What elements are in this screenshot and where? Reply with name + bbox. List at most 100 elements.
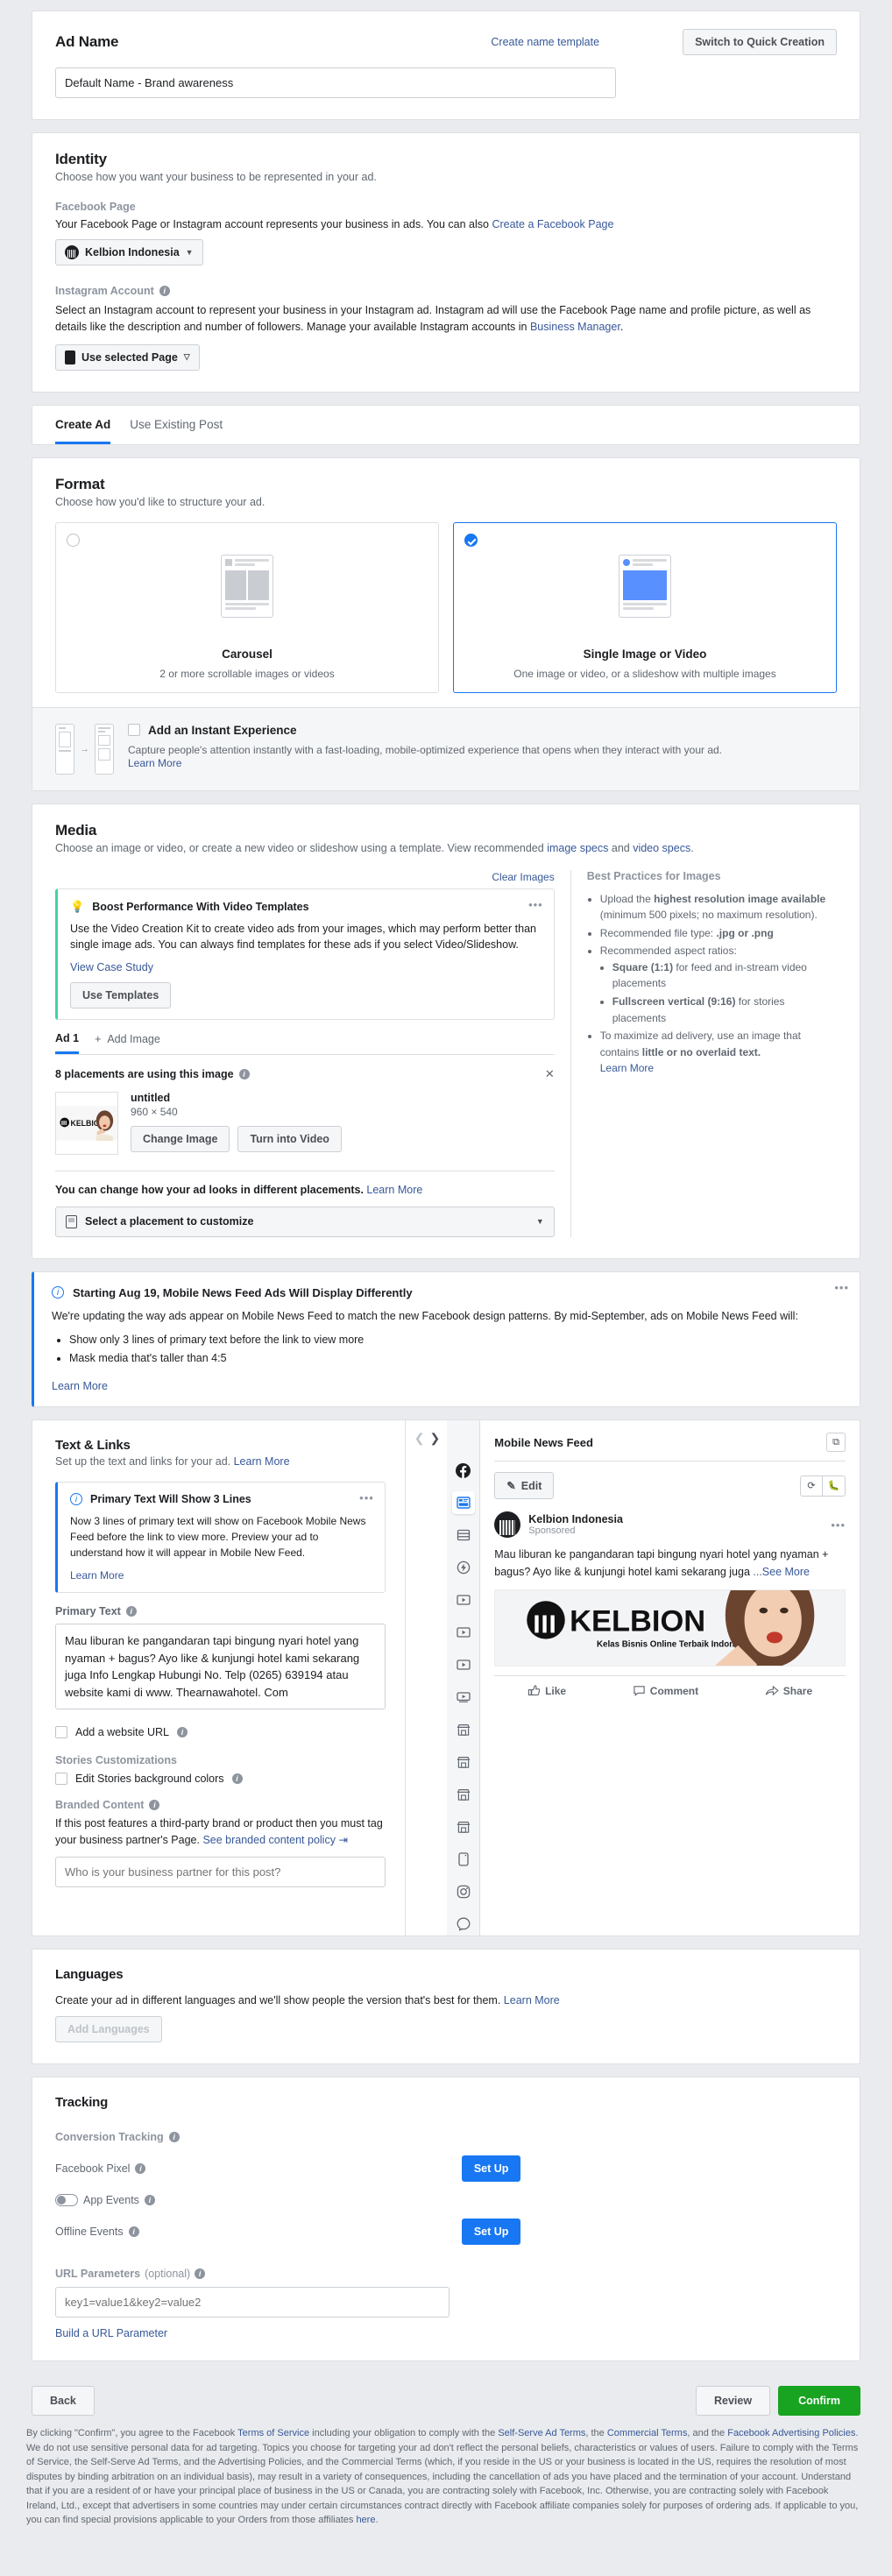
video-icon[interactable] bbox=[452, 1686, 475, 1709]
edit-preview-button[interactable]: ✎ Edit bbox=[494, 1472, 555, 1500]
placement-customize-select[interactable]: Select a placement to customize ▼ bbox=[55, 1206, 555, 1237]
best-practices-list: Upload the highest resolution image avai… bbox=[600, 891, 837, 1078]
marketplace-icon[interactable] bbox=[452, 1815, 475, 1838]
media-subtitle-text: Choose an image or video, or create a ne… bbox=[55, 841, 548, 854]
info-icon[interactable]: i bbox=[144, 2195, 155, 2206]
image-specs-link[interactable]: image specs bbox=[547, 842, 608, 854]
article-icon[interactable] bbox=[452, 1524, 475, 1546]
instant-experience-learn-more[interactable]: Learn More bbox=[128, 757, 181, 769]
confirm-button[interactable]: Confirm bbox=[778, 2386, 860, 2417]
placement-learn-more-link[interactable]: Learn More bbox=[366, 1184, 422, 1196]
info-icon[interactable]: i bbox=[149, 1800, 160, 1811]
format-option-single-image[interactable]: Single Image or Video One image or video… bbox=[453, 521, 837, 693]
tip-more-options-icon[interactable]: ••• bbox=[528, 898, 543, 911]
info-icon[interactable]: i bbox=[195, 2268, 206, 2280]
languages-title: Languages bbox=[55, 1967, 124, 1983]
video-icon[interactable] bbox=[452, 1621, 475, 1644]
instagram-icon[interactable] bbox=[452, 1880, 475, 1903]
close-icon[interactable]: ✕ bbox=[545, 1067, 555, 1081]
notice-more-options-icon[interactable]: ••• bbox=[359, 1491, 374, 1504]
banner-more-options-icon[interactable]: ••• bbox=[834, 1281, 849, 1294]
text-links-learn-more[interactable]: Learn More bbox=[234, 1455, 290, 1468]
banner-learn-more[interactable]: Learn More bbox=[52, 1380, 108, 1392]
ad-image-thumbnail[interactable]: KELBION bbox=[55, 1091, 118, 1155]
video-icon[interactable] bbox=[452, 1589, 475, 1611]
offline-events-label: Offline Events bbox=[55, 2226, 124, 2239]
url-parameters-input[interactable] bbox=[55, 2287, 450, 2318]
tab-create-ad[interactable]: Create Ad bbox=[55, 418, 111, 444]
tab-ad-1[interactable]: Ad 1 bbox=[55, 1032, 80, 1054]
marketplace-icon[interactable] bbox=[452, 1718, 475, 1741]
image-dimensions: 960 × 540 bbox=[131, 1105, 178, 1118]
self-serve-ad-terms-link[interactable]: Self-Serve Ad Terms bbox=[498, 2428, 585, 2438]
create-facebook-page-link[interactable]: Create a Facebook Page bbox=[492, 218, 613, 230]
stories-icon[interactable] bbox=[452, 1848, 475, 1871]
info-icon[interactable]: i bbox=[231, 1773, 243, 1785]
review-button[interactable]: Review bbox=[695, 2386, 771, 2417]
format-option-carousel[interactable]: Carousel 2 or more scrollable images or … bbox=[55, 521, 439, 693]
add-image-button[interactable]: + Add Image bbox=[95, 1033, 160, 1052]
news-feed-icon[interactable] bbox=[451, 1491, 475, 1515]
radio-carousel[interactable] bbox=[67, 533, 80, 547]
bug-icon[interactable]: 🐛 bbox=[823, 1475, 846, 1497]
info-icon[interactable]: i bbox=[177, 1727, 188, 1738]
info-icon[interactable]: i bbox=[125, 1606, 137, 1617]
primary-text-textarea[interactable] bbox=[55, 1624, 386, 1710]
offline-events-setup-button[interactable]: Set Up bbox=[461, 2219, 521, 2246]
here-link[interactable]: here bbox=[356, 2515, 375, 2525]
post-image[interactable]: KELBION Kelas Bisnis Online Terbaik Indo… bbox=[494, 1589, 846, 1667]
instant-experience-checkbox[interactable] bbox=[128, 724, 140, 736]
turn-into-video-button[interactable]: Turn into Video bbox=[237, 1125, 342, 1152]
edit-stories-colors-checkbox[interactable] bbox=[55, 1773, 67, 1786]
info-icon[interactable]: i bbox=[168, 2132, 180, 2143]
info-icon[interactable]: i bbox=[159, 286, 170, 296]
back-button[interactable]: Back bbox=[32, 2386, 95, 2417]
build-url-parameter-link[interactable]: Build a URL Parameter bbox=[55, 2327, 167, 2339]
ad-name-input[interactable] bbox=[55, 67, 616, 98]
marketplace-icon[interactable] bbox=[452, 1751, 475, 1773]
notice-learn-more[interactable]: Learn More bbox=[70, 1569, 124, 1582]
see-more-link[interactable]: ...See More bbox=[753, 1566, 810, 1578]
switch-to-quick-creation-button[interactable]: Switch to Quick Creation bbox=[683, 29, 837, 55]
marketplace-icon[interactable] bbox=[452, 1783, 475, 1806]
info-icon[interactable]: i bbox=[128, 2226, 139, 2238]
clear-images-link[interactable]: Clear Images bbox=[492, 871, 554, 883]
branded-content-policy-link[interactable]: See branded content policy bbox=[202, 1834, 336, 1846]
share-button[interactable]: Share bbox=[765, 1684, 812, 1697]
business-partner-input[interactable] bbox=[55, 1856, 386, 1887]
instant-article-icon[interactable] bbox=[452, 1556, 475, 1579]
add-website-url-checkbox[interactable] bbox=[55, 1726, 67, 1739]
open-in-new-window-icon[interactable]: ⧉ bbox=[826, 1433, 846, 1453]
refresh-icon[interactable]: ⟳ bbox=[800, 1475, 823, 1497]
business-manager-link[interactable]: Business Manager bbox=[530, 321, 620, 333]
info-icon[interactable]: i bbox=[135, 2163, 146, 2175]
best-practices-learn-more[interactable]: Learn More bbox=[600, 1062, 654, 1074]
add-languages-button[interactable]: Add Languages bbox=[55, 2016, 162, 2043]
terms-of-service-link[interactable]: Terms of Service bbox=[237, 2428, 309, 2438]
change-image-button[interactable]: Change Image bbox=[131, 1125, 230, 1152]
video-icon[interactable] bbox=[452, 1653, 475, 1676]
app-events-label: App Events bbox=[83, 2194, 139, 2207]
create-name-template-link[interactable]: Create name template bbox=[491, 36, 599, 48]
facebook-pixel-setup-button[interactable]: Set Up bbox=[461, 2155, 521, 2183]
facebook-page-selector[interactable]: Kelbion Indonesia ▼ bbox=[55, 239, 203, 265]
app-events-toggle[interactable] bbox=[55, 2194, 78, 2207]
comment-button[interactable]: Comment bbox=[633, 1684, 698, 1697]
messenger-icon[interactable] bbox=[452, 1913, 475, 1936]
use-templates-button[interactable]: Use Templates bbox=[70, 981, 172, 1008]
tab-use-existing-post[interactable]: Use Existing Post bbox=[130, 418, 223, 444]
prev-preview-icon[interactable]: ❮ bbox=[414, 1431, 425, 1936]
advertising-policies-link[interactable]: Facebook Advertising Policies bbox=[727, 2428, 855, 2438]
video-specs-link[interactable]: video specs bbox=[633, 842, 690, 854]
post-more-options-icon[interactable]: ••• bbox=[831, 1518, 846, 1532]
facebook-icon[interactable] bbox=[452, 1459, 475, 1482]
info-icon[interactable]: i bbox=[238, 1068, 250, 1079]
instagram-account-selector[interactable]: Use selected Page ▽ bbox=[55, 343, 200, 371]
commercial-terms-link[interactable]: Commercial Terms bbox=[607, 2428, 687, 2438]
next-preview-icon[interactable]: ❯ bbox=[430, 1431, 441, 1936]
legal-text: , the bbox=[585, 2428, 607, 2439]
like-button[interactable]: Like bbox=[527, 1684, 566, 1697]
view-case-study-link[interactable]: View Case Study bbox=[70, 961, 153, 973]
radio-single-image[interactable] bbox=[464, 533, 478, 547]
languages-learn-more[interactable]: Learn More bbox=[504, 1994, 560, 2006]
